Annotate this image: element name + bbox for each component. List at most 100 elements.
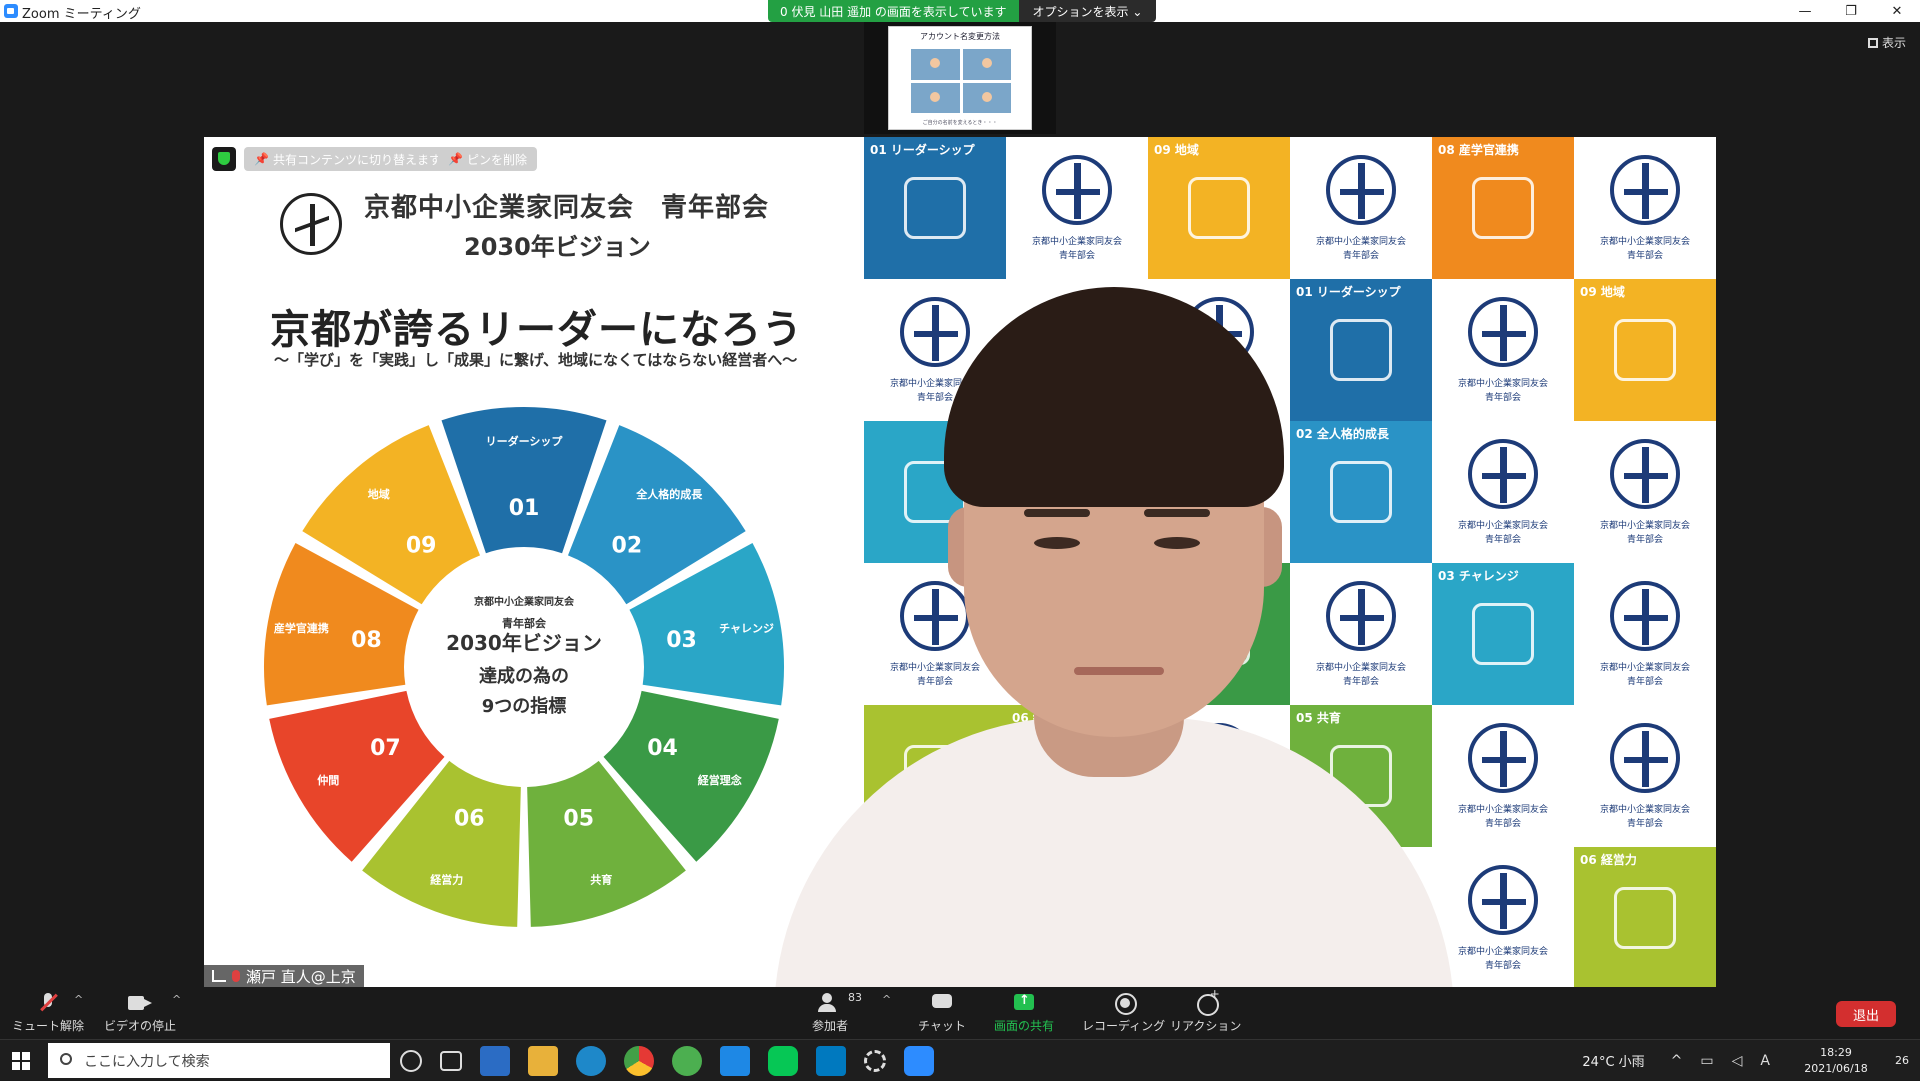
record-button[interactable]: レコーディング — [1082, 993, 1165, 1034]
org-logo — [280, 193, 342, 255]
window-title: Zoom ミーティング — [22, 7, 141, 22]
logo-tile: 京都中小企業家同友会青年部会 — [1574, 421, 1716, 563]
slide-headline: 京都が誇るリーダーになろう — [270, 307, 803, 353]
muted-mic-icon — [232, 970, 240, 982]
notification-center-icon[interactable]: 26 — [1884, 1054, 1920, 1067]
chrome-browser-icon[interactable] — [624, 1046, 654, 1076]
participant-count: 83 — [848, 991, 862, 1004]
wheel-segment-number: 09 — [406, 533, 437, 558]
chat-button[interactable]: チャット — [918, 993, 966, 1034]
restore-button[interactable]: ❐ — [1828, 0, 1874, 22]
minimize-button[interactable]: — — [1782, 0, 1828, 22]
share-screen-icon — [1012, 993, 1036, 1013]
pin-icon: 📌 — [254, 152, 269, 166]
participants-options-caret-icon[interactable]: ^ — [882, 993, 891, 1006]
org-emblem-icon — [1610, 439, 1680, 509]
audio-options-caret-icon[interactable]: ^ — [74, 993, 83, 1006]
thumbnail-footer: ご自分の名前を変えるとき・・・ — [922, 120, 998, 126]
wheel-center-text: 2030年ビジョン — [446, 631, 602, 655]
edge-browser-icon[interactable] — [576, 1046, 606, 1076]
org-emblem-icon — [1326, 155, 1396, 225]
share-screen-button[interactable]: 画面の共有 — [994, 993, 1054, 1034]
indicator-pictogram-icon — [1472, 177, 1534, 239]
tray-volume-icon[interactable]: ◁ — [1732, 1053, 1743, 1069]
wheel-center-text: 青年部会 — [502, 616, 547, 630]
view-button-label: 表示 — [1881, 36, 1906, 50]
unmute-label: ミュート解除 — [12, 1019, 85, 1033]
org-emblem-icon — [1610, 155, 1680, 225]
taskbar-search-placeholder: ここに入力して検索 — [84, 1053, 210, 1070]
wheel-center-text: 京都中小企業家同友会 — [474, 595, 574, 608]
windows-start-icon[interactable] — [12, 1052, 30, 1070]
settings-gear-icon[interactable] — [864, 1050, 886, 1072]
reactions-button[interactable]: リアクション — [1170, 987, 1241, 1034]
wheel-segment-number: 04 — [647, 736, 678, 761]
indicator-tile-label: 09 地域 — [1154, 143, 1199, 157]
indicator-tile-label: 09 地域 — [1580, 285, 1625, 299]
task-view-icon[interactable] — [440, 1051, 462, 1071]
speaker-video: 京都中小企業家同友会 青年部会 2030年ビジョン 京都が誇るリーダーになろう … — [204, 137, 1716, 987]
close-button[interactable]: ✕ — [1874, 0, 1920, 22]
dropbox-icon[interactable] — [720, 1046, 750, 1076]
view-options-button[interactable]: オプションを表示 ⌄ — [1018, 0, 1157, 22]
bw-app-icon[interactable] — [480, 1046, 510, 1076]
view-button[interactable]: 表示 — [1867, 34, 1906, 51]
windows-taskbar: ここに入力して検索 24°C 小雨 ^ ▭ ◁ A 18:29 2021/06/… — [0, 1039, 1920, 1080]
chat-app-icon[interactable] — [672, 1046, 702, 1076]
switch-to-shared-content-button[interactable]: 📌 共有コンテンツに切り替えます — [244, 147, 451, 171]
video-options-caret-icon[interactable]: ^ — [172, 993, 181, 1006]
indicator-tile: 06 経営力 — [1574, 847, 1716, 987]
security-shield-icon[interactable] — [212, 147, 236, 171]
search-icon — [60, 1053, 72, 1065]
meeting-toolbar: ミュート解除 ^ ビデオの停止 ^ 参加者 83 ^ チャット 画面の共有 レコ… — [0, 987, 1920, 1039]
tray-overflow-icon[interactable]: ^ — [1671, 1053, 1683, 1069]
org-emblem-icon — [1042, 155, 1112, 225]
speaker-name: 瀬戸 直人@上京 — [246, 967, 356, 986]
unpin-button[interactable]: 📌 ピンを削除 — [438, 147, 537, 171]
leave-meeting-button[interactable]: 退出 — [1836, 1001, 1896, 1027]
zoom-taskbar-icon[interactable] — [904, 1046, 934, 1076]
slide-org-name: 京都中小企業家同友会 青年部会 — [364, 193, 770, 223]
thumbnail-slide: アカウント名変更方法 ご自分の名前を変えるとき・・・ — [888, 26, 1032, 130]
switch-content-label: 共有コンテンツに切り替えます — [272, 152, 441, 167]
wheel-segment-label: リーダーシップ — [486, 434, 564, 448]
cortana-icon[interactable] — [400, 1050, 422, 1072]
trello-icon[interactable] — [816, 1046, 846, 1076]
thumbnail-video-grid — [911, 49, 1011, 113]
speaker-brow — [1024, 509, 1090, 517]
stop-video-button[interactable]: ビデオの停止 — [104, 993, 176, 1034]
grid-icon — [1867, 37, 1878, 48]
speaker-name-tag: 瀬戸 直人@上京 — [204, 965, 364, 987]
participants-button[interactable]: 参加者 — [812, 993, 848, 1034]
indicator-tile: 09 地域 — [1574, 279, 1716, 421]
file-explorer-icon[interactable] — [528, 1046, 558, 1076]
wheel-segment-number: 07 — [370, 736, 401, 761]
tray-network-icon[interactable]: ▭ — [1700, 1053, 1713, 1069]
speaker-hair — [944, 287, 1284, 507]
record-icon — [1112, 993, 1137, 1015]
indicator-tile-label: 08 産学官連携 — [1438, 143, 1519, 157]
indicator-tile-label: 06 経営力 — [1580, 853, 1637, 867]
share-banner: 0 伏見 山田 遥加 の画面を表示しています オプションを表示 ⌄ — [768, 0, 1157, 22]
ime-indicator[interactable]: A — [1760, 1053, 1770, 1069]
thumbnail-cell — [911, 82, 960, 113]
weather-widget[interactable]: 24°C 小雨 — [1582, 1051, 1644, 1070]
taskbar-search-box[interactable]: ここに入力して検索 — [48, 1043, 390, 1078]
logo-tile: 京都中小企業家同友会青年部会 — [1574, 563, 1716, 705]
line-app-icon[interactable] — [768, 1046, 798, 1076]
indicator-pictogram-icon — [904, 177, 966, 239]
org-emblem-icon — [1610, 581, 1680, 651]
zoom-app-icon — [4, 4, 18, 18]
share-screen-label: 画面の共有 — [994, 1019, 1055, 1033]
shared-content-thumbnail[interactable]: アカウント名変更方法 ご自分の名前を変えるとき・・・ — [864, 22, 1056, 134]
pin-icon: 📌 — [448, 152, 463, 166]
taskbar-clock[interactable]: 18:29 2021/06/18 — [1788, 1045, 1884, 1077]
thumbnail-title: アカウント名変更方法 — [920, 32, 1000, 41]
thumbnail-cell — [962, 82, 1011, 113]
taskbar-pinned-apps — [400, 1046, 934, 1076]
clock-date: 2021/06/18 — [1804, 1061, 1868, 1075]
unpin-label: ピンを削除 — [466, 152, 527, 167]
wheel-segment-number: 05 — [563, 806, 594, 831]
system-tray: 24°C 小雨 ^ ▭ ◁ A 18:29 2021/06/18 26 — [1582, 1040, 1920, 1081]
wheel-segment-label: 仲間 — [317, 773, 339, 787]
